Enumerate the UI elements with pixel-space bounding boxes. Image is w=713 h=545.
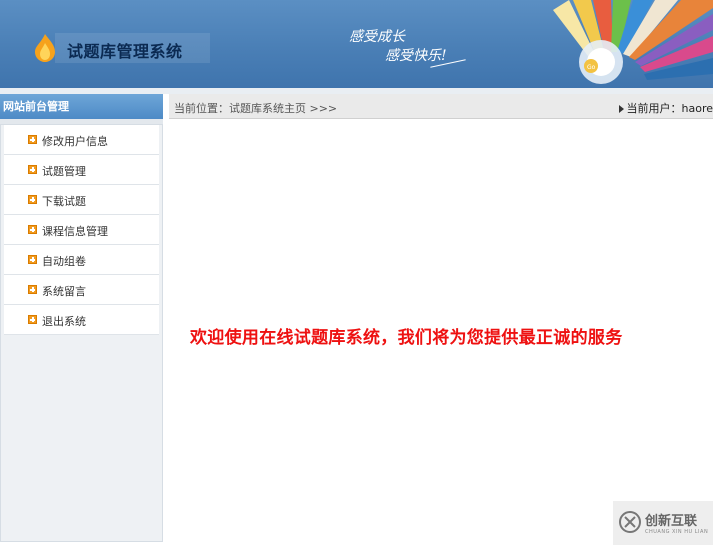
watermark-logo-icon <box>619 511 641 533</box>
sidebar-item-edit-user-info[interactable]: 修改用户信息 <box>4 125 159 155</box>
sidebar-item-course-info[interactable]: 课程信息管理 <box>4 215 159 245</box>
sidebar-item-label: 自动组卷 <box>42 255 86 268</box>
sidebar-menu: 修改用户信息 试题管理 下载试题 课程信息管理 自动组卷 系统留言 退出系统 <box>0 124 163 542</box>
slogan-line-2: 感受快乐! <box>385 48 447 64</box>
breadcrumb-bar: 当前位置：试题库系统主页 >>> 当前用户：haore <box>169 94 713 119</box>
sidebar-item-label: 修改用户信息 <box>42 135 108 148</box>
plus-square-icon <box>28 195 37 204</box>
sidebar-item-label: 课程信息管理 <box>42 225 108 238</box>
sidebar-item-label: 试题管理 <box>42 165 86 178</box>
system-title: 试题库管理系统 <box>67 42 183 61</box>
watermark-subtext: CHUANG XIN HU LIAN <box>645 529 709 535</box>
pencils-illustration-icon: Go <box>553 0 713 84</box>
breadcrumb: 当前位置：试题库系统主页 >>> <box>174 102 338 115</box>
sidebar-item-download-questions[interactable]: 下载试题 <box>4 185 159 215</box>
triangle-right-icon <box>618 105 624 113</box>
welcome-message: 欢迎使用在线试题库系统，我们将为您提供最正诚的服务 <box>190 328 623 348</box>
watermark: 创新互联 CHUANG XIN HU LIAN <box>613 501 713 545</box>
go-badge: Go <box>587 64 596 71</box>
current-user-label: 当前用户：haore <box>626 102 713 115</box>
header-banner: 试题库管理系统 感受成长 感受快乐! Go <box>0 0 713 88</box>
plus-square-icon <box>28 255 37 264</box>
slogan-line-1: 感受成长 <box>349 29 405 45</box>
plus-square-icon <box>28 225 37 234</box>
plus-square-icon <box>28 135 37 144</box>
plus-square-icon <box>28 285 37 294</box>
sidebar-item-system-messages[interactable]: 系统留言 <box>4 275 159 305</box>
flame-logo-icon <box>35 34 55 62</box>
sidebar-heading: 网站前台管理 <box>0 94 163 119</box>
sidebar-item-logout[interactable]: 退出系统 <box>4 305 159 335</box>
sidebar-item-question-management[interactable]: 试题管理 <box>4 155 159 185</box>
plus-square-icon <box>28 165 37 174</box>
sidebar-item-label: 退出系统 <box>42 315 86 328</box>
watermark-text: 创新互联 <box>645 514 698 529</box>
plus-square-icon <box>28 315 37 324</box>
sidebar-item-label: 下载试题 <box>42 195 86 208</box>
current-user: 当前用户：haore <box>618 100 713 116</box>
sidebar-item-label: 系统留言 <box>42 285 86 298</box>
sidebar-item-auto-paper[interactable]: 自动组卷 <box>4 245 159 275</box>
